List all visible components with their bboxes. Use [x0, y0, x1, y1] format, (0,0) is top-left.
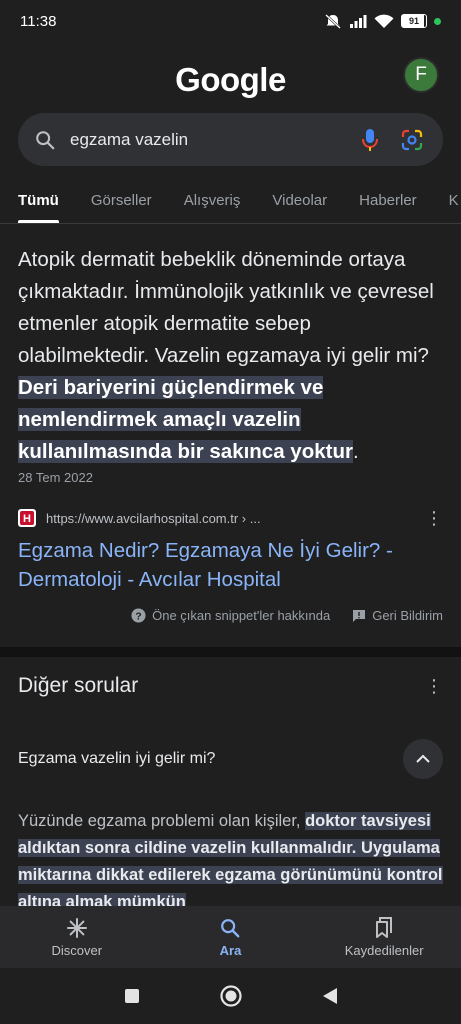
snippet-date: 28 Tem 2022	[18, 470, 93, 485]
bottom-navigation: Discover Ara Kaydedilenler	[0, 906, 461, 968]
other-questions-header: Diğer sorular ⋮	[18, 674, 443, 698]
nav-saved-label: Kaydedilenler	[344, 942, 424, 958]
section-divider	[0, 647, 461, 657]
status-time: 11:38	[20, 12, 57, 30]
nav-search-icon	[221, 918, 240, 937]
bookmarks-icon	[376, 916, 393, 938]
tab-shopping[interactable]: Alışveriş	[184, 182, 241, 223]
question-row[interactable]: Egzama vazelin iyi gelir mi?	[18, 737, 443, 781]
search-input[interactable]: egzama vazelin	[70, 130, 355, 150]
nav-saved[interactable]: Kaydedilenler	[319, 916, 449, 958]
other-questions-heading: Diğer sorular	[18, 674, 139, 697]
feedback-link[interactable]: Geri Bildirim	[352, 608, 443, 623]
tab-all[interactable]: Tümü	[18, 182, 59, 223]
google-lens-icon	[401, 129, 423, 150]
tab-more[interactable]: K	[449, 182, 459, 223]
svg-text:H: H	[23, 513, 31, 525]
other-questions-more-icon[interactable]: ⋮	[425, 677, 443, 695]
help-icon: ?	[131, 608, 146, 623]
collapse-button[interactable]	[403, 739, 443, 779]
voice-search-button[interactable]	[355, 125, 385, 155]
account-avatar[interactable]: F	[403, 57, 439, 93]
nav-search[interactable]: Ara	[165, 917, 295, 958]
microphone-icon	[362, 128, 378, 151]
nav-discover[interactable]: Discover	[12, 917, 142, 958]
snippet-highlight: Deri bariyerini güçlendirmek ve nemlendi…	[18, 376, 353, 463]
svg-text:?: ?	[135, 611, 141, 622]
source-url[interactable]: https://www.avcilarhospital.com.tr › ...	[46, 511, 425, 526]
question-text: Egzama vazelin iyi gelir mi?	[18, 750, 216, 767]
snippet-footer: ? Öne çıkan snippet'ler hakkında Geri Bi…	[131, 608, 443, 623]
search-tabs: Tümü Görseller Alışveriş Videolar Haberl…	[0, 182, 461, 224]
result-title-link[interactable]: Egzama Nedir? Egzamaya Ne İyi Gelir? - D…	[18, 536, 438, 594]
tab-images[interactable]: Görseller	[91, 182, 152, 223]
back-triangle-icon[interactable]	[321, 986, 339, 1006]
mute-alarm-icon	[325, 14, 341, 29]
featured-snippet-text: Atopik dermatit bebeklik döneminde ortay…	[18, 244, 446, 468]
home-circle-icon[interactable]	[219, 984, 243, 1008]
logo-row: Google F	[0, 50, 461, 110]
about-snippets-label: Öne çıkan snippet'ler hakkında	[152, 608, 331, 623]
battery-icon: 91	[401, 14, 427, 28]
feedback-icon	[353, 609, 366, 622]
about-snippets-link[interactable]: ? Öne çıkan snippet'ler hakkında	[131, 608, 330, 623]
tab-videos[interactable]: Videolar	[272, 182, 327, 223]
snippet-text: Atopik dermatit bebeklik döneminde ortay…	[18, 248, 434, 367]
status-bar: 11:38 91	[0, 0, 461, 42]
hospital-favicon-icon: H	[18, 509, 36, 527]
system-navigation	[0, 968, 461, 1024]
signal-icon	[350, 15, 367, 28]
answer-text: Yüzünde egzama problemi olan kişiler,	[18, 812, 306, 830]
status-icons: 91	[324, 13, 441, 29]
recents-square-icon[interactable]	[123, 987, 141, 1005]
battery-level: 91	[408, 16, 419, 26]
chevron-up-icon	[416, 754, 430, 763]
snippet-source[interactable]: H https://www.avcilarhospital.com.tr › .…	[18, 509, 443, 527]
lens-search-button[interactable]	[397, 125, 427, 155]
tab-news[interactable]: Haberler	[359, 182, 417, 223]
search-icon	[36, 130, 55, 149]
snippet-text-end: .	[352, 440, 359, 463]
discover-asterisk-icon	[66, 917, 87, 938]
more-options-icon[interactable]: ⋮	[425, 509, 443, 527]
google-logo: Google	[175, 61, 286, 98]
privacy-indicator-dot	[434, 17, 441, 25]
nav-discover-label: Discover	[51, 942, 103, 958]
search-box[interactable]: egzama vazelin	[18, 113, 443, 166]
wifi-icon	[374, 14, 394, 28]
feedback-label: Geri Bildirim	[372, 608, 443, 623]
question-answer: Yüzünde egzama problemi olan kişiler, do…	[18, 808, 448, 916]
nav-search-label: Ara	[219, 942, 242, 958]
